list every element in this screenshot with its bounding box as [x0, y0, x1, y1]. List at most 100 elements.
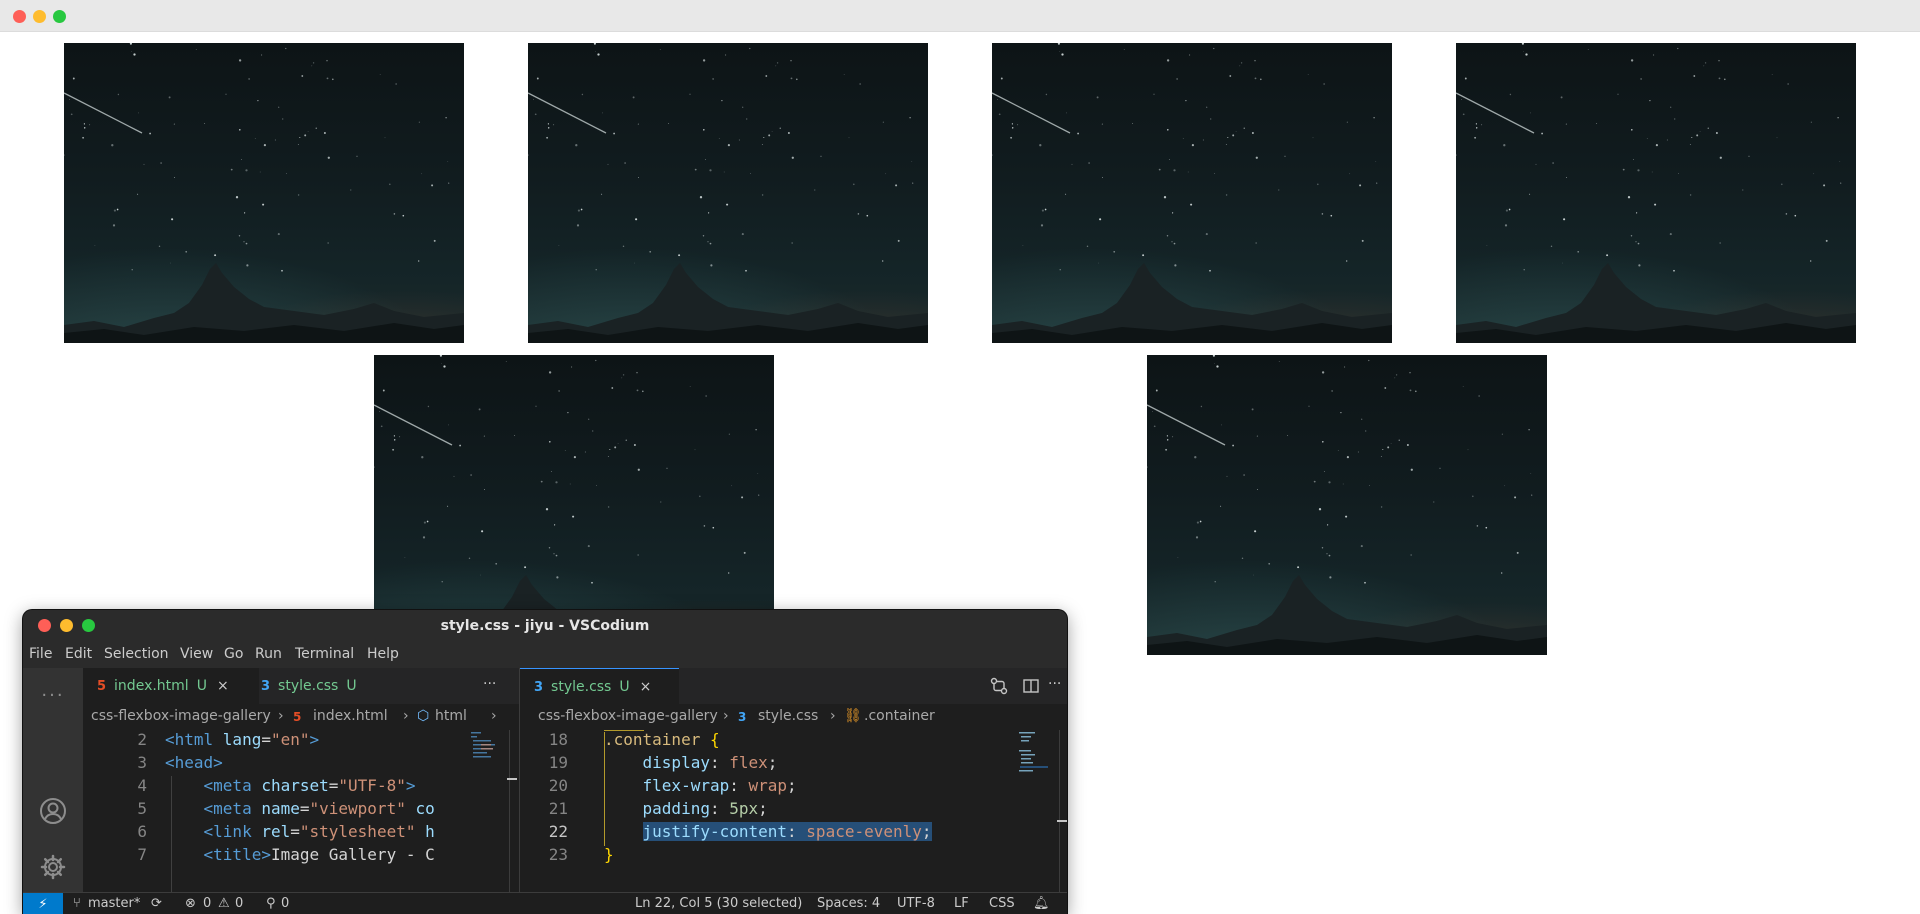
menu-go[interactable]: Go	[224, 646, 243, 662]
mountain-night-sky-photo	[528, 43, 928, 343]
code-text: flex-wrap: wrap;	[642, 776, 797, 795]
cursor-position[interactable]: Ln 22, Col 5 (30 selected)	[635, 896, 802, 911]
activity-bar: ···	[23, 668, 83, 892]
vscodium-window: style.css - jiyu - VSCodium File Edit Se…	[23, 610, 1067, 914]
line-ending[interactable]: LF	[954, 896, 969, 911]
git-branch[interactable]: master*	[88, 896, 140, 911]
mountain-night-sky-photo	[64, 43, 464, 343]
menu-view[interactable]: View	[180, 646, 213, 662]
breadcrumb-file[interactable]: index.html	[313, 708, 388, 724]
line-number: 20	[548, 776, 568, 795]
more-actions-icon[interactable]: ···	[483, 676, 496, 692]
breadcrumb-file[interactable]: style.css	[758, 708, 818, 724]
untracked-badge: U	[196, 678, 207, 694]
split-editor-icon[interactable]	[1022, 677, 1040, 699]
maximize-window-button[interactable]	[53, 10, 66, 23]
code-area[interactable]: 18 .container {19 display: flex; 20 flex-w…	[520, 730, 1067, 892]
chevron-right-icon: ›	[830, 708, 836, 724]
breadcrumb-folder[interactable]: css-flexbox-image-gallery	[538, 708, 718, 724]
untracked-badge: U	[619, 679, 630, 695]
more-views-icon[interactable]: ···	[38, 680, 68, 710]
mountain-night-sky-photo	[1456, 43, 1856, 343]
line-number: 21	[548, 799, 568, 818]
compare-changes-icon[interactable]	[990, 677, 1008, 699]
cube-icon: ⬡	[417, 708, 430, 724]
css3-icon: 3	[534, 679, 544, 695]
line-number: 18	[548, 730, 568, 749]
untracked-badge: U	[346, 678, 357, 694]
menu-selection[interactable]: Selection	[104, 646, 169, 662]
bell-icon[interactable]: 🔔︎	[1033, 896, 1050, 911]
line-number: 5	[137, 799, 147, 818]
status-bar: ⚡ ⑂ master* ⟳ ⊗ 0 ⚠ 0 ⚲ 0 Ln 22, Col 5 (…	[23, 892, 1067, 914]
editor-group-right: 3 style.css U × ··· css-flexbox-image-ga…	[520, 668, 1067, 892]
minimap[interactable]	[1017, 730, 1067, 892]
ports-count[interactable]: 0	[281, 896, 289, 911]
language-mode[interactable]: CSS	[989, 896, 1015, 911]
code-text: display: flex;	[642, 753, 778, 772]
tab-bar: 3 style.css U × ···	[520, 668, 1067, 705]
code-area[interactable]: 2 <html lang="en"> 3 <head> 4 <meta charset=…	[83, 730, 519, 892]
tab-label: style.css	[278, 678, 339, 694]
error-count[interactable]: 0	[203, 896, 211, 911]
close-window-button[interactable]	[13, 10, 26, 23]
chevron-right-icon: ›	[723, 708, 729, 724]
line-number: 2	[137, 730, 147, 749]
menu-run[interactable]: Run	[255, 646, 282, 662]
code-text: <meta charset="UTF-8">	[203, 776, 416, 795]
breadcrumb-symbol[interactable]: html	[435, 708, 467, 724]
breadcrumb-symbol[interactable]: .container	[864, 708, 935, 724]
css3-icon: 3	[738, 710, 747, 724]
code-text: <head>	[165, 753, 223, 772]
browser-title-bar	[0, 0, 1920, 32]
window-title-bar: style.css - jiyu - VSCodium	[23, 610, 1067, 642]
menu-bar: File Edit Selection View Go Run Terminal…	[23, 642, 1067, 668]
gear-icon[interactable]	[38, 852, 68, 882]
code-text: <meta name="viewport" co	[203, 799, 435, 818]
line-number: 3	[137, 753, 147, 772]
line-number: 23	[548, 845, 568, 864]
error-icon[interactable]: ⊗	[185, 896, 196, 911]
tab-label: index.html	[114, 678, 189, 694]
code-text: justify-content: space-evenly;	[642, 822, 932, 841]
indentation[interactable]: Spaces: 4	[817, 896, 880, 911]
mountain-night-sky-photo	[1147, 355, 1547, 655]
line-number: 7	[137, 845, 147, 864]
more-actions-icon[interactable]: ···	[1048, 676, 1061, 692]
git-branch-icon[interactable]: ⑂	[73, 896, 81, 911]
remote-connection-icon[interactable]: ⚡	[23, 893, 63, 914]
tab-style-css[interactable]: 3 style.css U	[247, 668, 401, 704]
bracket-pair-guide	[604, 730, 644, 733]
tab-label: style.css	[551, 679, 612, 695]
editor-group-left: 5 index.html U × 3 style.css U ··· css-f…	[83, 668, 519, 892]
breadcrumb-folder[interactable]: css-flexbox-image-gallery	[91, 708, 271, 724]
chevron-right-icon: ›	[403, 708, 409, 724]
line-number: 19	[548, 753, 568, 772]
account-icon[interactable]	[38, 796, 68, 826]
menu-terminal[interactable]: Terminal	[295, 646, 354, 662]
menu-edit[interactable]: Edit	[65, 646, 92, 662]
breadcrumb: css-flexbox-image-gallery › 5 index.html…	[83, 704, 519, 730]
chevron-right-icon: ›	[491, 708, 497, 724]
warning-count[interactable]: 0	[235, 896, 243, 911]
window-title: style.css - jiyu - VSCodium	[440, 618, 650, 634]
css3-icon: 3	[261, 678, 271, 694]
close-tab-icon[interactable]: ×	[640, 679, 652, 695]
line-number: 6	[137, 822, 147, 841]
warning-icon[interactable]: ⚠	[218, 896, 230, 911]
code-text: padding: 5px;	[642, 799, 768, 818]
indent-guide	[171, 776, 172, 892]
minimize-window-button[interactable]	[33, 10, 46, 23]
line-number: 4	[137, 776, 147, 795]
ports-icon[interactable]: ⚲	[266, 896, 276, 911]
sync-icon[interactable]: ⟳	[151, 896, 162, 911]
tab-style-css-active[interactable]: 3 style.css U ×	[520, 668, 679, 705]
minimap[interactable]	[469, 730, 519, 892]
tab-index-html[interactable]: 5 index.html U ×	[83, 668, 259, 704]
breadcrumb: css-flexbox-image-gallery › 3 style.css …	[520, 704, 1067, 730]
menu-file[interactable]: File	[29, 646, 52, 662]
menu-help[interactable]: Help	[367, 646, 399, 662]
close-tab-icon[interactable]: ×	[217, 678, 229, 694]
selector-icon: ⛓	[844, 708, 862, 724]
encoding[interactable]: UTF-8	[897, 896, 935, 911]
